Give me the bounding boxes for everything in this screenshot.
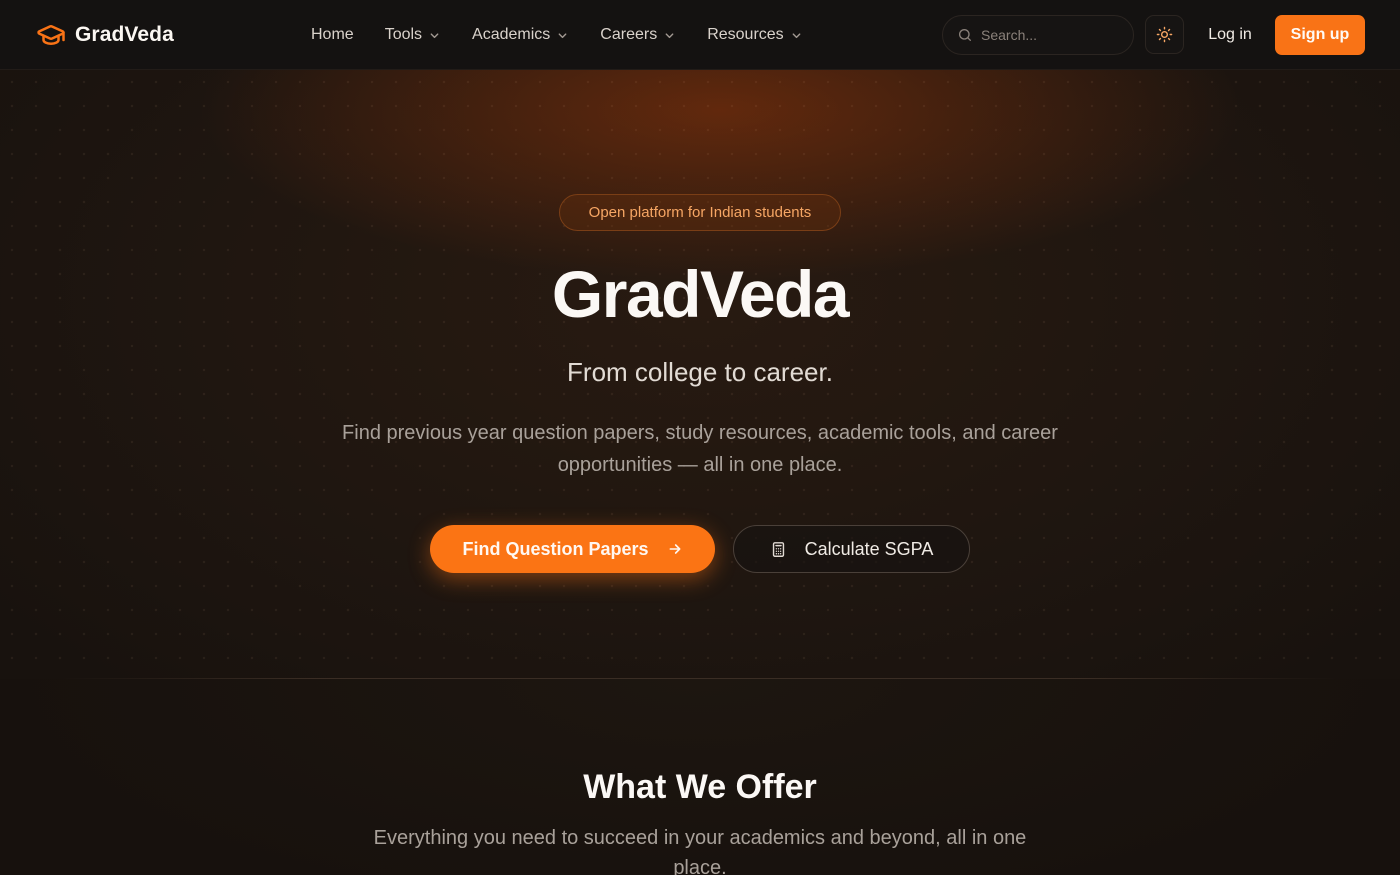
chevron-down-icon bbox=[792, 32, 801, 38]
find-question-papers-label: Find Question Papers bbox=[462, 538, 649, 559]
hero-tagline: From college to career. bbox=[567, 357, 833, 387]
top-navbar: GradVeda Home Tools Academics Careers Re… bbox=[0, 0, 1400, 70]
nav-tools-label: Tools bbox=[384, 26, 423, 43]
arrow-right-icon bbox=[669, 544, 680, 554]
brand-name: GradVeda bbox=[75, 23, 174, 46]
brand-logo-link[interactable]: GradVeda bbox=[36, 19, 174, 51]
theme-toggle-button[interactable] bbox=[1145, 15, 1184, 54]
main-nav: Home Tools Academics Careers Resources bbox=[311, 0, 802, 70]
nav-tools-dropdown[interactable]: Tools bbox=[385, 26, 440, 44]
nav-academics-dropdown[interactable]: Academics bbox=[472, 26, 568, 44]
chevron-down-icon bbox=[558, 32, 567, 38]
search-icon bbox=[959, 29, 971, 41]
hero-badge: Open platform for Indian students bbox=[559, 194, 841, 231]
sun-icon bbox=[1156, 26, 1173, 43]
nav-resources-dropdown[interactable]: Resources bbox=[707, 26, 801, 44]
chevron-down-icon bbox=[430, 32, 439, 38]
offer-title: What We Offer bbox=[583, 768, 817, 806]
signup-button[interactable]: Sign up bbox=[1275, 15, 1365, 55]
nav-home-link[interactable]: Home bbox=[311, 26, 354, 44]
nav-resources-label: Resources bbox=[707, 26, 784, 43]
chevron-down-icon bbox=[665, 32, 674, 38]
nav-careers-label: Careers bbox=[600, 26, 658, 43]
search-box[interactable] bbox=[942, 15, 1134, 55]
calculate-sgpa-label: Calculate SGPA bbox=[804, 538, 934, 559]
hero-title: GradVeda bbox=[551, 257, 850, 331]
nav-academics-label: Academics bbox=[472, 26, 551, 43]
nav-home-label: Home bbox=[311, 26, 354, 43]
find-question-papers-button[interactable]: Find Question Papers bbox=[430, 525, 715, 573]
offer-description: Everything you need to succeed in your a… bbox=[373, 827, 1027, 875]
calculate-sgpa-button[interactable]: Calculate SGPA bbox=[733, 525, 970, 573]
login-button[interactable]: Log in bbox=[1196, 15, 1264, 55]
search-input[interactable] bbox=[981, 27, 1121, 43]
graduation-cap-icon bbox=[36, 20, 66, 50]
calculator-icon bbox=[772, 541, 784, 557]
nav-careers-dropdown[interactable]: Careers bbox=[600, 26, 675, 44]
hero-description: Find previous year question papers, stud… bbox=[342, 422, 1058, 476]
